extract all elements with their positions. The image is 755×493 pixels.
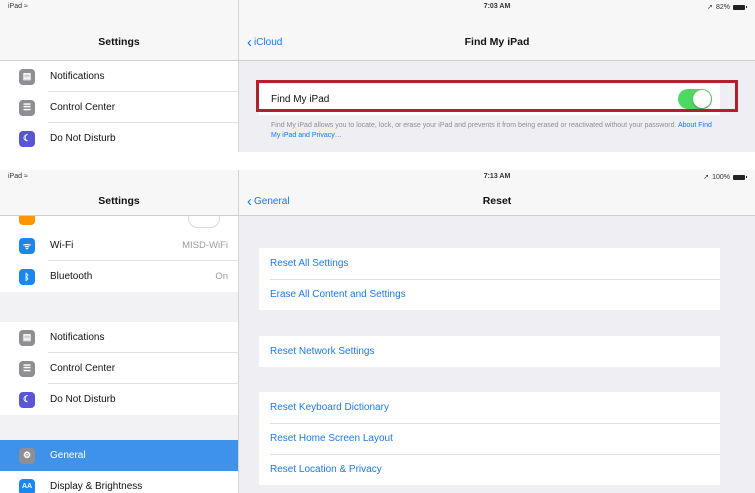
- sidebar-item-label: Do Not Disturb: [50, 394, 116, 405]
- location-icon: ➚: [707, 4, 713, 11]
- sidebar-item-bluetooth[interactable]: ᛒ Bluetooth On: [0, 261, 238, 292]
- footnote-text: Find My iPad allows you to locate, lock,…: [271, 122, 677, 129]
- sidebar-title: Settings: [98, 195, 140, 207]
- status-time: 7:13 AM: [483, 173, 511, 180]
- reset-network-settings-button[interactable]: Reset Network Settings: [259, 336, 720, 367]
- battery-icon: [733, 174, 747, 180]
- sidebar-item-control-center[interactable]: ☰ Control Center: [0, 92, 238, 123]
- control-center-icon: ☰: [19, 360, 35, 377]
- page-title: Find My iPad: [464, 36, 530, 48]
- notifications-icon: ▤: [19, 68, 35, 85]
- airplane-icon: [19, 216, 35, 225]
- status-right: ➚ 100%: [703, 173, 747, 181]
- sidebar-item-display-brightness[interactable]: AA Display & Brightness: [0, 471, 238, 493]
- status-bar: 7:13 AM ➚ 100%: [239, 170, 755, 184]
- status-time: 7:03 AM: [483, 3, 511, 10]
- reset-group-2: Reset Network Settings: [259, 336, 720, 367]
- sidebar-title: Settings: [98, 36, 140, 48]
- sidebar-item-label: Display & Brightness: [50, 481, 143, 492]
- sidebar-item-label: Control Center: [50, 102, 116, 113]
- settings-sidebar: iPad ≈ Settings ▤ Notifications ☰ Contro…: [0, 0, 239, 152]
- sidebar-item-do-not-disturb[interactable]: ☾ Do Not Disturb: [0, 123, 238, 152]
- sidebar-item-notifications[interactable]: ▤ Notifications: [0, 61, 238, 92]
- sidebar-item-wifi[interactable]: ᯤ Wi-Fi MISD-WiFi: [0, 230, 238, 261]
- battery-icon: [733, 4, 747, 10]
- reset-group-1: Reset All Settings Erase All Content and…: [259, 248, 720, 310]
- sidebar-item-label: Notifications: [50, 332, 105, 343]
- sidebar-item-label: General: [50, 450, 86, 461]
- wifi-network-value: MISD-WiFi: [182, 240, 228, 251]
- battery-percent: 100%: [712, 173, 730, 181]
- device-label: iPad ≈: [8, 173, 28, 180]
- wifi-icon: ᯤ: [19, 237, 35, 254]
- highlight-box: [256, 80, 738, 112]
- detail-pane: 7:13 AM ➚ 100% ‹ General Reset Reset All…: [239, 170, 755, 493]
- sidebar-item-partial: [0, 216, 238, 230]
- status-bar: 7:03 AM ➚ 82%: [239, 0, 755, 14]
- page-title: Reset: [482, 195, 512, 207]
- gear-icon: ⚙: [19, 447, 35, 464]
- find-my-footnote: Find My iPad allows you to locate, lock,…: [271, 121, 715, 141]
- reset-all-settings-button[interactable]: Reset All Settings: [259, 248, 720, 279]
- detail-pane: 7:03 AM ➚ 82% ‹ iCloud Find My iPad Find…: [239, 0, 755, 152]
- nav-bar: 7:03 AM ➚ 82% ‹ iCloud Find My iPad: [239, 0, 755, 61]
- moon-icon: ☾: [19, 130, 35, 147]
- bluetooth-value: On: [215, 271, 228, 282]
- notifications-icon: ▤: [19, 329, 35, 346]
- reset-keyboard-dictionary-button[interactable]: Reset Keyboard Dictionary: [259, 392, 720, 423]
- battery-percent: 82%: [715, 3, 730, 11]
- wifi-signal-icon: ≈: [23, 3, 28, 10]
- toggle-partial: [188, 216, 220, 228]
- screenshot-find-my-ipad: iPad ≈ Settings ▤ Notifications ☰ Contro…: [0, 0, 755, 152]
- sidebar-item-general[interactable]: ⚙ General: [0, 440, 238, 471]
- sidebar-item-label: Notifications: [50, 71, 105, 82]
- status-right: ➚ 82%: [707, 3, 747, 11]
- settings-sidebar: iPad ≈ Settings ᯤ Wi-Fi MISD-WiFi ᛒ Blue…: [0, 170, 239, 493]
- sidebar-item-label: Control Center: [50, 363, 116, 374]
- reset-location-privacy-button[interactable]: Reset Location & Privacy: [259, 454, 720, 485]
- wifi-signal-icon: ≈: [23, 173, 28, 180]
- sidebar-item-control-center[interactable]: ☰ Control Center: [0, 353, 238, 384]
- erase-all-content-button[interactable]: Erase All Content and Settings: [259, 279, 720, 310]
- device-name: iPad: [8, 173, 23, 180]
- device-label: iPad ≈: [8, 3, 28, 10]
- reset-home-screen-layout-button[interactable]: Reset Home Screen Layout: [259, 423, 720, 454]
- sidebar-item-notifications[interactable]: ▤ Notifications: [0, 322, 238, 353]
- display-icon: AA: [19, 478, 35, 493]
- location-icon: ➚: [703, 174, 710, 181]
- device-name: iPad: [8, 3, 23, 10]
- status-bar: iPad ≈: [0, 170, 238, 184]
- sidebar-item-label: Bluetooth: [50, 271, 93, 282]
- control-center-icon: ☰: [19, 99, 35, 116]
- sidebar-header: iPad ≈ Settings: [0, 170, 238, 216]
- sidebar-item-do-not-disturb[interactable]: ☾ Do Not Disturb: [0, 384, 238, 415]
- nav-bar: 7:13 AM ➚ 100% ‹ General Reset: [239, 170, 755, 216]
- status-bar: iPad ≈: [0, 0, 238, 14]
- bluetooth-icon: ᛒ: [19, 268, 35, 285]
- sidebar-item-label: Wi-Fi: [50, 240, 74, 251]
- reset-group-3: Reset Keyboard Dictionary Reset Home Scr…: [259, 392, 720, 485]
- sidebar-header: iPad ≈ Settings: [0, 0, 238, 61]
- screenshot-reset: iPad ≈ Settings ᯤ Wi-Fi MISD-WiFi ᛒ Blue…: [0, 170, 755, 493]
- sidebar-item-label: Do Not Disturb: [50, 133, 116, 144]
- moon-icon: ☾: [19, 391, 35, 408]
